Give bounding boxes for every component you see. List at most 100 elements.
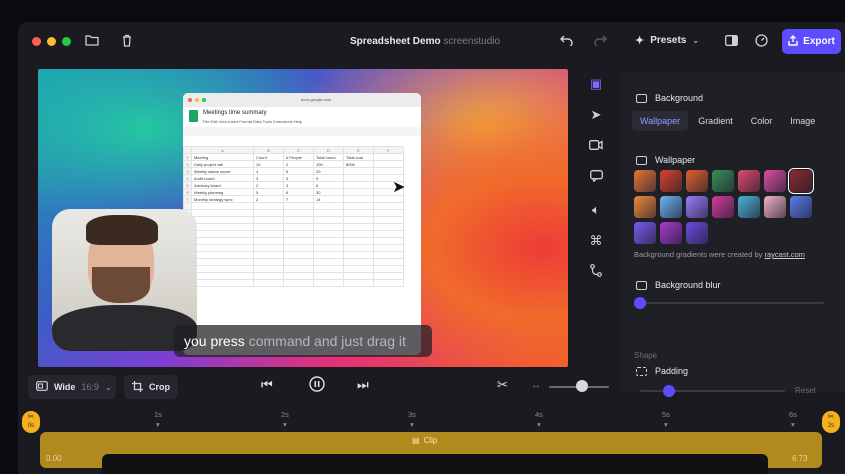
gauge-icon[interactable] — [753, 34, 769, 50]
timeline-tick-label: 6s — [789, 410, 797, 419]
tab-color[interactable]: Color — [743, 111, 781, 131]
audio-tool-icon[interactable]: 🔈︎ — [586, 200, 606, 220]
table-cell: 4 — [253, 167, 284, 175]
table-cell: 3 — [283, 181, 314, 189]
trash-icon[interactable] — [119, 34, 135, 50]
wallpaper-swatch[interactable] — [738, 170, 760, 192]
image-icon — [636, 93, 647, 103]
table-cell: 14 — [313, 195, 344, 203]
table-cell: Weekly status report — [191, 167, 254, 175]
wallpaper-swatch[interactable] — [660, 170, 682, 192]
wallpaper-swatch[interactable] — [788, 168, 814, 194]
blur-slider[interactable] — [640, 302, 824, 304]
column-header: C — [283, 146, 314, 154]
column-header: E — [343, 146, 374, 154]
wallpaper-swatch[interactable] — [790, 196, 812, 218]
sheet-toolbar — [183, 127, 421, 136]
wallpaper-swatch[interactable] — [764, 170, 786, 192]
timeline-tick-mark: ▾ — [283, 420, 287, 429]
crop-icon — [132, 380, 143, 394]
table-cell: 3 — [253, 174, 284, 182]
export-button[interactable]: Export — [782, 29, 841, 54]
table-cell: 100 — [313, 160, 344, 168]
timeline-tick-label: 4s — [535, 410, 543, 419]
wallpaper-swatch[interactable] — [634, 170, 656, 192]
table-cell: 2 — [253, 181, 284, 189]
timeline-ruler[interactable]: 1s ▾ 2s ▾ 3s ▾ 4s ▾ 5s ▾ 6s ▾ — [32, 410, 832, 429]
timeline-tick-label: 3s — [408, 410, 416, 419]
aspect-ratio-dropdown[interactable]: Wide 16:9 ⌄ — [28, 375, 116, 399]
timeline-tick-mark: ▾ — [791, 420, 795, 429]
tab-gradient[interactable]: Gradient — [690, 111, 741, 131]
wallpaper-swatch[interactable] — [660, 222, 682, 244]
wallpaper-swatch[interactable] — [712, 196, 734, 218]
undo-icon[interactable] — [559, 34, 575, 50]
timeline-zoom-knob[interactable] — [576, 380, 588, 392]
table-cell: 2 — [283, 160, 314, 168]
sidebar-toggle-icon[interactable] — [723, 34, 739, 50]
table-row: 2 Daily project call 10 2 100 8000 — [183, 160, 404, 168]
aspect-ratio-value: 16:9 — [81, 382, 99, 392]
presets-dropdown[interactable]: ✦ Presets ⌄ — [635, 34, 699, 47]
reset-button[interactable]: Reset — [795, 386, 816, 395]
close-window-button[interactable] — [32, 37, 41, 46]
table-cell: 2 — [253, 195, 284, 203]
pause-button[interactable] — [309, 376, 325, 395]
table-cell — [373, 153, 404, 161]
table-cell: 6 — [283, 188, 314, 196]
wallpaper-swatch[interactable] — [738, 196, 760, 218]
scissors-icon[interactable]: ✂ — [497, 377, 508, 393]
table-cell: 7 — [283, 195, 314, 203]
wallpaper-swatch[interactable] — [686, 170, 708, 192]
table-cell: 5 — [283, 167, 314, 175]
table-cell: 3 — [283, 174, 314, 182]
window-title: Spreadsheet Demo screenstudio — [350, 36, 500, 47]
transition-tool-icon[interactable] — [586, 263, 606, 283]
table-cell: 8000 — [343, 160, 374, 168]
table-cell: Meeting — [191, 153, 254, 161]
aspect-label: Wide — [54, 382, 76, 392]
trim-end-handle[interactable]: ✂ 2s — [822, 411, 840, 433]
blur-slider-knob[interactable] — [634, 297, 646, 309]
maximize-window-button[interactable] — [62, 37, 71, 46]
bottom-overlay-bar — [102, 454, 768, 474]
crop-button[interactable]: Crop — [124, 375, 178, 399]
skip-back-icon[interactable]: ⏮︎ — [261, 377, 273, 393]
wallpaper-swatch[interactable] — [764, 196, 786, 218]
wallpaper-swatch[interactable] — [686, 222, 708, 244]
wallpaper-swatch[interactable] — [712, 170, 734, 192]
folder-icon[interactable] — [84, 34, 100, 50]
redo-icon[interactable] — [592, 34, 608, 50]
wallpaper-swatch[interactable] — [686, 196, 708, 218]
table-cell: # People — [283, 153, 314, 161]
tab-image[interactable]: Image — [782, 111, 823, 131]
padding-slider-knob[interactable] — [663, 385, 675, 397]
preview-canvas[interactable]: docs.google.com Meetings time summary Fi… — [38, 69, 568, 367]
tab-wallpaper[interactable]: Wallpaper — [632, 111, 689, 131]
background-tool-icon[interactable]: ▣ — [586, 74, 606, 94]
project-name: Spreadsheet Demo — [350, 36, 441, 47]
minimize-window-button[interactable] — [47, 37, 56, 46]
presenter-hair — [86, 215, 158, 245]
aspect-icon — [36, 381, 48, 393]
timeline-tick-label: 5s — [662, 410, 670, 419]
padding-slider[interactable] — [640, 390, 785, 392]
image-icon — [636, 155, 647, 165]
camera-tool-icon[interactable] — [586, 136, 606, 156]
background-settings-panel: Background Wallpaper Gradient Color Imag… — [620, 72, 845, 397]
captions-tool-icon[interactable] — [586, 168, 606, 188]
wallpaper-swatch[interactable] — [634, 196, 656, 218]
table-cell — [343, 181, 374, 189]
timeline-tick-label: 1s — [154, 410, 162, 419]
trim-start-handle[interactable]: ✂ 0s — [22, 411, 40, 433]
table-row: 7 Monthly strategy sync 2 7 14 — [183, 195, 404, 203]
skip-forward-icon[interactable]: ⏭︎ — [357, 377, 369, 393]
cursor-tool-icon[interactable]: ➤ — [586, 105, 606, 125]
wallpaper-swatch[interactable] — [634, 222, 656, 244]
table-row: 1 Meeting Count # People Total hours Total co… — [183, 153, 404, 161]
credit-link[interactable]: raycast.com — [765, 250, 805, 259]
command-key-icon[interactable]: ⌘ — [586, 231, 606, 251]
clip-label-text: Clip — [423, 436, 438, 445]
table-cell: Advisory board — [191, 181, 254, 189]
wallpaper-swatch[interactable] — [660, 196, 682, 218]
